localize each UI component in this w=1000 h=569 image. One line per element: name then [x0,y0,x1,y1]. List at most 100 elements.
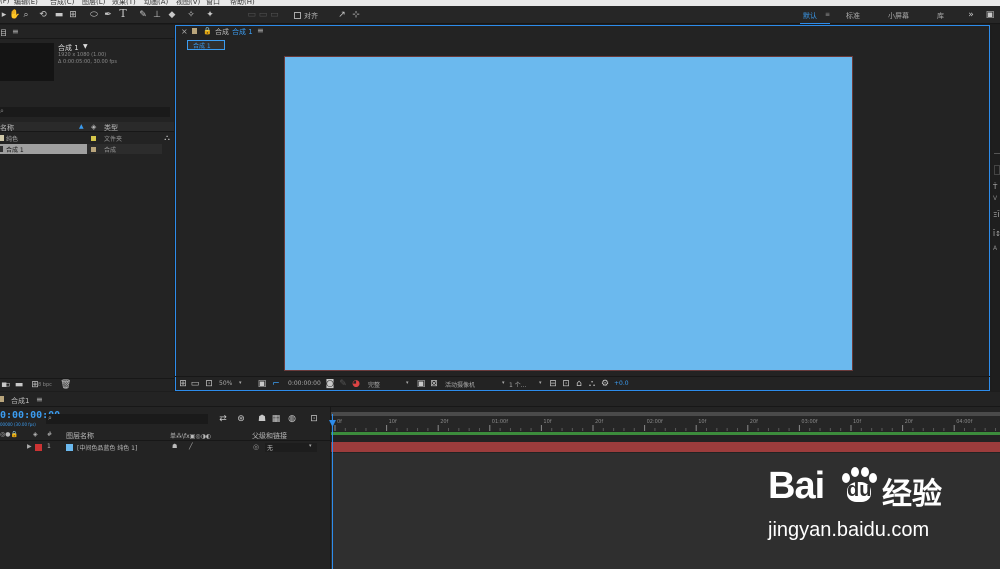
timeline-tab-bar: 合成1 ≡ [0,392,1000,407]
clone-stamp-tool-icon[interactable]: ⊥ [152,10,162,20]
layer-row[interactable]: ▶ 1 [中间色品蓝色 纯色 1] ☗ ╱ ◎ 无 ▾ [0,442,330,453]
type-option-icon[interactable]: Ť [993,183,997,191]
hand-tool-icon[interactable]: ✋ [9,10,20,20]
vertical-scale-icon[interactable]: Ī↕ [993,230,1000,238]
pan-behind-tool-icon[interactable]: ⊞ [68,10,78,20]
comp-panel-title-link[interactable]: 合成 1 [232,27,253,37]
snapshot-camera-icon[interactable]: ◙ [325,379,335,389]
type-tool-icon[interactable]: T [118,8,128,19]
workspace-standard[interactable]: 标准 [846,11,860,21]
column-layer-name-header[interactable]: 图层名称 [66,431,94,441]
zoom-chevron-down-icon[interactable]: ▾ [239,380,242,386]
snap-option2-icon[interactable]: ⊹ [351,10,361,20]
exposure-gear-icon[interactable]: ⚙ [600,379,610,389]
ruler-label: 04:00f [956,419,972,425]
pen-tool-icon[interactable]: ✒ [103,10,113,20]
safe-margins-icon[interactable]: ▣ [257,379,267,389]
parent-select[interactable]: 无 ▾ [265,443,317,452]
workspace-small-screen[interactable]: 小屏幕 [888,11,909,21]
exposure-value[interactable]: +0.0 [614,380,629,387]
camera-chevron-down-icon[interactable]: ▾ [502,380,505,386]
label-column-icon[interactable]: ◈ [91,123,96,131]
resolution-chevron-down-icon[interactable]: ▾ [406,380,409,386]
workspace-overflow-icon[interactable]: » [966,10,976,20]
resolution-select[interactable]: 完整 [368,380,380,389]
zoom-tool-icon[interactable]: ⌕ [21,10,31,20]
timeline-tab-label[interactable]: 合成1 [11,396,29,406]
camera-tool-icon[interactable]: ▬ [53,10,65,20]
view-chevron-down-icon[interactable]: ▾ [539,380,542,386]
show-snapshot-icon[interactable]: ✎ [338,379,348,389]
color-channel-icon[interactable]: ◕ [351,379,361,389]
workspace-library[interactable]: 库 [937,11,944,21]
layer-label-color[interactable] [35,444,42,451]
layer-duration-bar[interactable] [331,442,1000,452]
project-panel-menu-icon[interactable]: ≡ [12,27,19,36]
view-layout-select[interactable]: 1 个... [509,380,526,389]
shy-layers-icon[interactable]: ☗ [257,414,267,424]
timeline-tab-menu-icon[interactable]: ≡ [36,395,43,404]
comp-mini-flowchart-icon[interactable]: ⇄ [218,414,228,424]
shy-switch-icon[interactable]: ☗ [172,443,177,450]
draft-3d-icon[interactable]: ⊛ [236,414,246,424]
column-type-header[interactable]: 类型 [104,123,118,133]
always-preview-icon[interactable]: ⊞ [178,379,188,389]
axis-mode-icon[interactable]: ▭ ▭ ▭ [246,10,280,20]
snap-checkbox[interactable] [294,12,301,19]
vr-glasses-icon[interactable]: ⊡ [203,379,215,389]
orbit-tool-icon[interactable]: ⟲ [38,10,48,20]
project-panel-title[interactable]: 目 [0,28,7,38]
project-item-row-selected[interactable]: 合成 1 合成 [0,144,162,154]
flowchart-icon[interactable]: ⛬ [162,133,172,143]
ruler-label: 20f [595,419,603,425]
comp-panel-menu-icon[interactable]: ≡ [257,26,264,35]
bit-depth-button[interactable]: 8 bpc [38,382,52,388]
search-help-icon[interactable]: ▣ [984,10,996,20]
monitor-icon[interactable]: ▭ [190,379,200,389]
expand-arrow-icon[interactable]: ▶ [27,443,32,450]
camera-select[interactable]: 活动摄像机 [445,380,475,389]
region-of-interest-icon[interactable]: ▣ [416,379,426,389]
graph-editor-icon[interactable]: ⊡ [308,414,320,424]
flowchart-small-icon[interactable]: ⛬ [587,379,597,389]
new-folder2-icon[interactable]: ▬ [14,380,24,390]
new-folder-icon[interactable]: ▭ [1,380,11,390]
mask-path-icon[interactable]: ⌐ [271,379,281,389]
frame-blending-icon[interactable]: ▦ [271,414,281,424]
quality-switch-icon[interactable]: ╱ [189,443,193,450]
snap-option-icon[interactable]: ↗ [337,10,347,20]
brush-tool-icon[interactable]: ✎ [138,10,148,20]
comp-canvas[interactable] [284,56,853,371]
close-panel-icon[interactable]: × [181,27,188,36]
timeline-icon[interactable]: ⌂ [574,379,584,389]
toggle-pixel-aspect-icon[interactable]: ⊟ [548,379,558,389]
eraser-tool-icon[interactable]: ◆ [167,10,177,20]
menu-item[interactable]: (F) [0,0,10,5]
leading-icon[interactable]: ΞĪ [993,211,1000,219]
transparency-grid-icon[interactable]: ⊠ [429,379,439,389]
shape-tool-icon[interactable]: ⬭ [89,10,99,20]
parent-pickwhip-icon[interactable]: ◎ [253,443,259,451]
column-name-header[interactable]: 名称 [0,123,14,133]
time-ruler[interactable]: 0f 10f 20f 01:00f 10f 20f 02:00f 10f 20f 03:00f 10… [331,412,1000,431]
rotate-tool-icon[interactable]: ▸ [0,10,8,20]
sort-ascending-icon[interactable]: ▲ [79,123,84,130]
comp-dropdown-icon[interactable]: ▼ [83,43,88,50]
column-index-header: # [47,431,53,438]
zoom-select[interactable]: 50% [219,380,232,387]
comp-tab[interactable]: 合成 1 [187,40,225,50]
trash-icon[interactable]: 🗑 [60,380,71,390]
layer-name[interactable]: [中间色品蓝色 纯色 1] [77,443,137,452]
roto-brush-tool-icon[interactable]: ✧ [186,10,196,20]
fast-previews-icon[interactable]: ⊡ [561,379,571,389]
timeline-search-input[interactable]: ⌕ [46,414,208,424]
puppet-tool-icon[interactable]: ✦ [205,10,215,20]
project-item-row[interactable]: 纯色 文件夹 [0,134,162,143]
current-time-display[interactable]: 0:00:00:00 [288,380,321,387]
lock-icon[interactable]: 🔒 [203,27,212,35]
project-search-input[interactable]: ⌕ [0,107,170,117]
workspace-menu-icon[interactable]: ≡ [825,11,830,18]
playhead-line[interactable] [332,414,333,569]
workspace-default[interactable]: 默认 [803,11,817,21]
motion-blur-icon[interactable]: ◍ [287,414,297,424]
